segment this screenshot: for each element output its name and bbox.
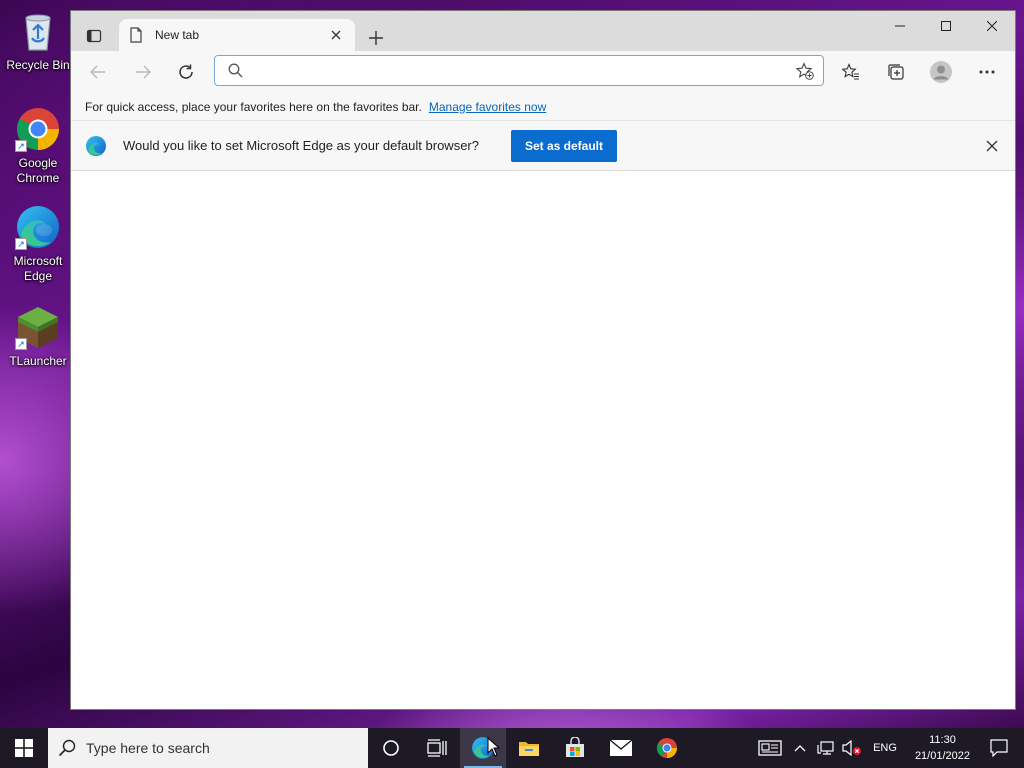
favorites-bar: For quick access, place your favorites h… xyxy=(71,93,1015,121)
shortcut-arrow-icon: ↗ xyxy=(15,140,27,152)
avatar-icon xyxy=(930,61,952,83)
desktop-icon-label: Microsoft Edge xyxy=(13,254,63,283)
edge-window: New tab For quick access, place your fav… xyxy=(70,10,1016,710)
folder-icon xyxy=(519,742,539,756)
address-input[interactable] xyxy=(255,59,787,82)
news-icon xyxy=(758,740,782,756)
show-hidden-icons-button[interactable] xyxy=(789,728,811,768)
taskbar-mail[interactable] xyxy=(598,728,644,768)
task-view-button[interactable] xyxy=(414,728,460,768)
plus-icon xyxy=(369,31,383,45)
chrome-icon: ↗ xyxy=(15,106,61,152)
taskbar: Type here to search ENG 11:30 21/01/2022 xyxy=(0,728,1024,768)
notifications-button[interactable] xyxy=(982,728,1016,768)
edge-icon: ↗ xyxy=(15,204,61,250)
clock[interactable]: 11:30 21/01/2022 xyxy=(915,732,970,764)
navigation-toolbar xyxy=(71,51,1015,93)
page-icon xyxy=(130,27,142,43)
set-as-default-button[interactable]: Set as default xyxy=(511,130,617,162)
volume-button[interactable] xyxy=(841,728,863,768)
close-icon xyxy=(987,21,997,31)
system-tray: ENG 11:30 21/01/2022 xyxy=(753,728,1024,768)
taskbar-search-placeholder: Type here to search xyxy=(86,740,210,756)
taskbar-file-explorer[interactable] xyxy=(506,728,552,768)
taskbar-chrome[interactable] xyxy=(644,728,690,768)
desktop-icon-tlauncher[interactable]: ↗ TLauncher xyxy=(4,304,72,369)
mouse-cursor-icon xyxy=(487,737,501,757)
favorites-button[interactable] xyxy=(835,57,867,87)
forward-button[interactable] xyxy=(127,57,159,87)
profile-button[interactable] xyxy=(925,57,957,87)
desktop-icon-label: Google Chrome xyxy=(16,156,60,185)
new-tab-button[interactable] xyxy=(363,25,389,51)
tab-actions-button[interactable] xyxy=(79,23,109,49)
desktop-icon-recycle-bin[interactable]: Recycle Bin xyxy=(4,8,72,73)
tab-close-button[interactable] xyxy=(327,26,345,44)
task-view-icon xyxy=(427,739,447,757)
store-bag-icon xyxy=(566,737,584,757)
tab-title: New tab xyxy=(155,28,200,42)
back-button[interactable] xyxy=(82,57,114,87)
add-favorite-button[interactable] xyxy=(787,61,823,80)
start-button[interactable] xyxy=(0,728,48,768)
collections-button[interactable] xyxy=(880,57,912,87)
manage-favorites-link[interactable]: Manage favorites now xyxy=(429,100,546,114)
collections-icon xyxy=(888,64,904,80)
settings-menu-button[interactable] xyxy=(971,57,1003,87)
chevron-up-icon xyxy=(794,745,806,752)
back-arrow-icon xyxy=(90,65,105,79)
star-add-icon xyxy=(796,61,814,80)
mail-envelope-icon xyxy=(609,739,633,756)
cortana-button[interactable] xyxy=(368,728,414,768)
chrome-icon xyxy=(656,737,678,759)
favorites-star-icon xyxy=(842,63,859,80)
refresh-icon xyxy=(179,64,193,79)
windows-logo-icon xyxy=(15,739,33,757)
forward-arrow-icon xyxy=(136,65,151,79)
minimize-icon xyxy=(895,25,905,27)
favorites-bar-hint: For quick access, place your favorites h… xyxy=(85,99,422,114)
desktop-icon-microsoft-edge[interactable]: ↗ Microsoft Edge xyxy=(4,204,72,284)
taskbar-search-box[interactable]: Type here to search xyxy=(48,728,368,768)
volume-muted-icon xyxy=(842,740,862,756)
maximize-icon xyxy=(941,21,951,31)
more-dots-icon xyxy=(979,70,995,74)
input-language[interactable]: ENG xyxy=(873,742,897,754)
close-icon xyxy=(986,140,998,152)
search-icon xyxy=(215,63,255,78)
network-icon xyxy=(817,741,834,755)
clock-date: 21/01/2022 xyxy=(914,750,970,762)
tab-new-tab[interactable]: New tab xyxy=(119,19,355,51)
infobar-message: Would you like to set Microsoft Edge as … xyxy=(123,138,479,153)
recycle-bin-icon xyxy=(15,8,61,54)
desktop-icon-google-chrome[interactable]: ↗ Google Chrome xyxy=(4,106,72,186)
close-icon xyxy=(331,30,341,40)
refresh-button[interactable] xyxy=(170,57,202,87)
clock-time: 11:30 xyxy=(929,734,956,746)
notification-icon xyxy=(990,739,1008,757)
edge-logo-icon xyxy=(85,135,107,162)
network-button[interactable] xyxy=(815,728,837,768)
cortana-circle-icon xyxy=(383,740,399,756)
page-content xyxy=(71,171,1015,709)
tab-actions-icon xyxy=(86,29,102,43)
desktop-icon-label: Recycle Bin xyxy=(6,58,70,72)
window-controls xyxy=(877,11,1015,41)
shortcut-arrow-icon: ↗ xyxy=(15,338,27,350)
infobar-close-button[interactable] xyxy=(983,137,1001,155)
address-bar[interactable] xyxy=(214,55,824,86)
default-browser-infobar: Would you like to set Microsoft Edge as … xyxy=(71,121,1015,171)
grass-block-icon: ↗ xyxy=(15,304,61,350)
tab-strip: New tab xyxy=(71,11,1015,51)
maximize-button[interactable] xyxy=(923,11,969,41)
taskbar-microsoft-store[interactable] xyxy=(552,728,598,768)
search-icon xyxy=(58,739,76,757)
close-window-button[interactable] xyxy=(969,11,1015,41)
shortcut-arrow-icon: ↗ xyxy=(15,238,27,250)
minimize-button[interactable] xyxy=(877,11,923,41)
desktop-icon-label: TLauncher xyxy=(9,354,67,368)
news-widget-button[interactable] xyxy=(755,728,785,768)
